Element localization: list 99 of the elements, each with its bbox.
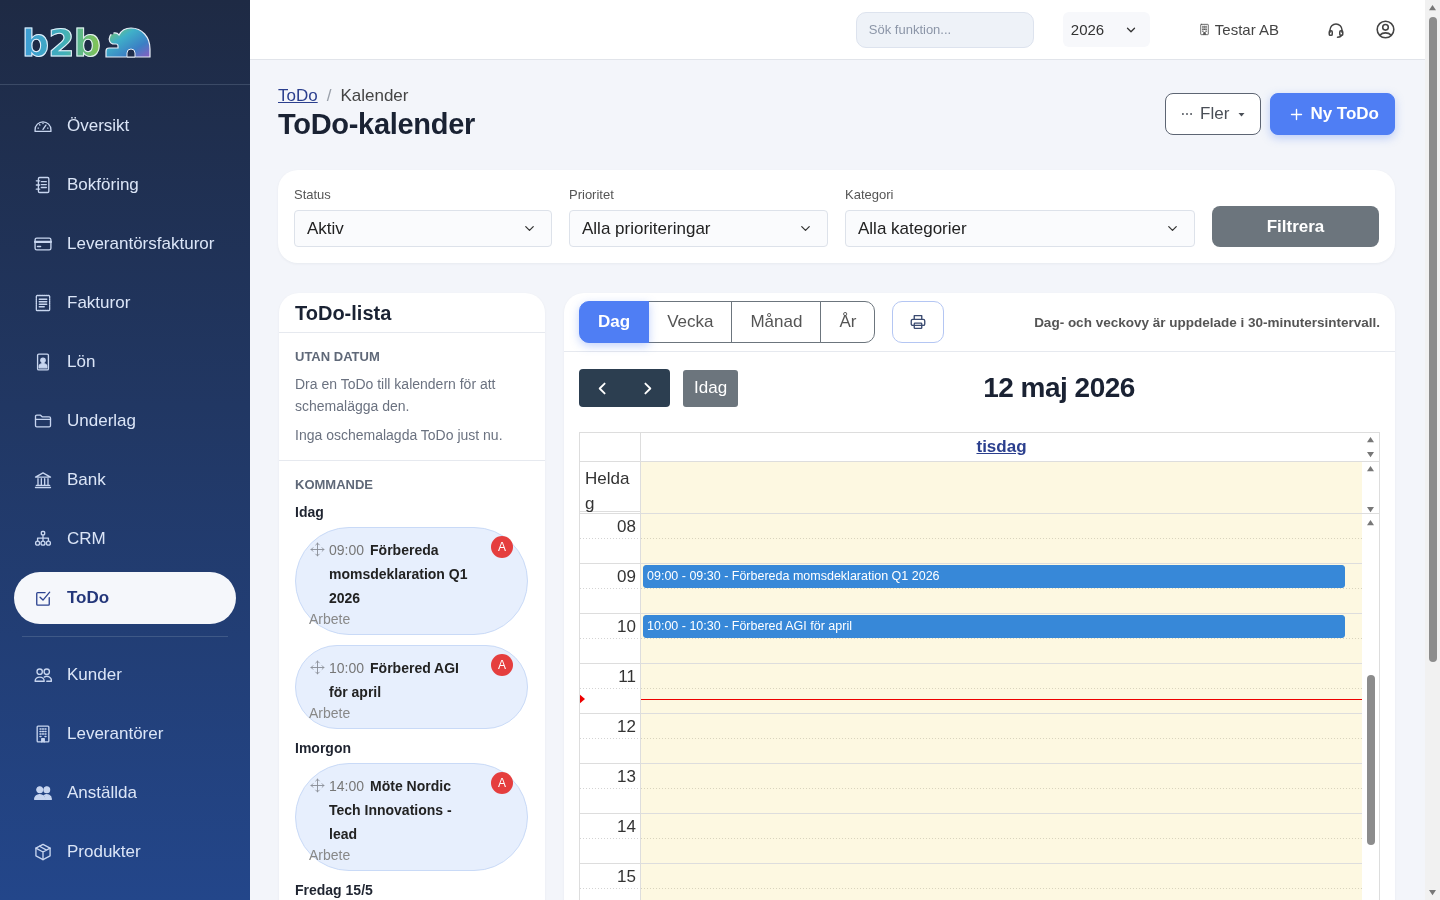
calendar-event[interactable]: 09:00 - 09:30 - Förbereda momsdeklaration Q1 2026: [643, 565, 1345, 588]
move-icon: [309, 777, 326, 794]
filter-button[interactable]: Filtrera: [1212, 206, 1379, 247]
sidebar-item[interactable]: Översikt: [14, 100, 236, 152]
hour-label: 13: [617, 766, 636, 788]
breadcrumb-link[interactable]: ToDo: [278, 86, 318, 106]
priority-badge: A: [491, 536, 513, 558]
building-icon: [1197, 23, 1211, 36]
checkbox-icon: [33, 588, 53, 608]
users-icon: [33, 783, 53, 803]
today-button[interactable]: Idag: [683, 369, 739, 407]
todo-text: 14:00 Möte Nordic Tech Innovations - lead: [329, 777, 453, 844]
card-title: ToDo-lista: [295, 302, 393, 324]
printer-icon: [909, 313, 928, 331]
filter-label: Kategori: [845, 187, 895, 203]
group-label: Imorgon: [295, 740, 352, 756]
headset-icon[interactable]: [1327, 20, 1345, 39]
sidebar-item[interactable]: Produkter: [14, 826, 236, 878]
bank-icon: [33, 470, 53, 490]
time-slot[interactable]: 10:00 - 10:30 - Förbered AGI för april: [641, 614, 1362, 663]
filter-label: Prioritet: [569, 187, 615, 203]
view-tab[interactable]: Vecka: [648, 301, 733, 343]
company-selector[interactable]: Testar AB: [1197, 21, 1279, 38]
scroll-up-icon[interactable]: [1366, 436, 1375, 443]
scroll-up-icon[interactable]: [1366, 465, 1375, 472]
elephant-icon: [102, 24, 153, 60]
hour-label: 08: [617, 516, 636, 538]
breadcrumb-current: Kalender: [340, 86, 409, 106]
filter-select[interactable]: Aktiv: [294, 210, 552, 247]
hint-text: Dra en ToDo till kalendern för att schemalägga den.: [295, 375, 497, 416]
todo-item[interactable]: 10:00 Förbered AGI för april Arbete A: [295, 645, 528, 729]
filter-label: Status: [294, 187, 332, 203]
sidebar-item[interactable]: Kunder: [14, 649, 236, 701]
scroll-down-icon[interactable]: [1366, 451, 1375, 458]
scroll-up-icon[interactable]: [1428, 4, 1437, 11]
year-select[interactable]: 2026: [1062, 12, 1150, 47]
todo-item[interactable]: 14:00 Möte Nordic Tech Innovations - lead Arbete A: [295, 763, 528, 871]
time-slot[interactable]: [641, 664, 1362, 713]
previous-button[interactable]: [579, 369, 625, 407]
time-slot[interactable]: 09:00 - 09:30 - Förbereda momsdeklaration Q1 2026: [641, 564, 1362, 613]
search-field[interactable]: Sök funktion...: [855, 11, 1034, 48]
sidebar-item[interactable]: Bokföring: [14, 159, 236, 211]
todo-text: 10:00 Förbered AGI för april: [329, 659, 460, 702]
scroll-up-icon[interactable]: [1366, 519, 1375, 526]
sidebar-item[interactable]: Fakturor: [14, 277, 236, 329]
hint-text: Dag- och veckovy är uppdelade i 30-minutersintervall.: [1034, 314, 1380, 330]
sidebar-item[interactable]: Bank: [14, 454, 236, 506]
print-button[interactable]: [892, 301, 945, 343]
date-title: 12 maj 2026: [983, 371, 1135, 405]
breadcrumb-separator: /: [326, 86, 332, 106]
empty-text: Inga oschemalagda ToDo just nu.: [295, 426, 504, 445]
user-icon[interactable]: [1375, 19, 1396, 40]
group-label: Fredag 15/5: [295, 882, 374, 898]
move-icon: [309, 659, 326, 676]
more-button[interactable]: Fler: [1165, 93, 1262, 135]
todo-category: Arbete: [309, 704, 352, 722]
document-icon: [33, 293, 53, 313]
box-icon: [33, 842, 53, 862]
hour-label: 15: [617, 866, 636, 888]
hour-label: 12: [617, 716, 636, 738]
day-header[interactable]: tisdag: [976, 437, 1027, 457]
users-icon: [33, 665, 53, 685]
view-tab[interactable]: Månad: [731, 301, 822, 343]
notebook-icon: [33, 175, 53, 195]
todo-category: Arbete: [309, 846, 352, 864]
page-title: ToDo-kalender: [278, 108, 475, 140]
scroll-down-icon[interactable]: [1428, 889, 1437, 896]
priority-badge: A: [491, 772, 513, 794]
sidebar-item[interactable]: Underlag: [14, 395, 236, 447]
hour-label: 11: [618, 666, 636, 688]
hour-label: 10: [617, 616, 636, 638]
scrollbar-thumb[interactable]: [1366, 675, 1375, 845]
filter-select[interactable]: Alla kategorier: [845, 210, 1195, 247]
scrollbar-thumb[interactable]: [1428, 17, 1437, 662]
todo-item[interactable]: 09:00 Förbereda momsdeklaration Q1 2026 Arbete A: [295, 527, 528, 635]
view-tab[interactable]: År: [820, 301, 876, 343]
sidebar-item[interactable]: Lön: [14, 336, 236, 388]
hour-label: 09: [617, 566, 636, 588]
sidebar-item[interactable]: Leverantörsfakturor: [14, 218, 236, 270]
section-heading: UTAN DATUM: [295, 349, 381, 365]
view-tab[interactable]: Dag: [579, 301, 650, 343]
move-icon: [309, 541, 326, 558]
sidebar-item[interactable]: ToDo: [14, 572, 236, 624]
next-button[interactable]: [625, 369, 670, 407]
todo-category: Arbete: [309, 610, 352, 628]
sidebar-item[interactable]: Leverantörer: [14, 708, 236, 760]
page-scrollbar[interactable]: [1425, 0, 1440, 900]
org-chart-icon: [33, 529, 53, 549]
priority-badge: A: [491, 654, 513, 676]
new-todo-button[interactable]: Ny ToDo: [1270, 93, 1395, 135]
filter-select[interactable]: Alla prioriteringar: [569, 210, 828, 247]
sidebar-item[interactable]: CRM: [14, 513, 236, 565]
plus-icon: [1289, 106, 1305, 122]
sidebar-item[interactable]: Anställda: [14, 767, 236, 819]
hour-label: 14: [617, 816, 636, 838]
section-heading: KOMMANDE: [295, 477, 374, 493]
group-label: Idag: [295, 504, 325, 520]
calendar-event[interactable]: 10:00 - 10:30 - Förbered AGI för april: [643, 615, 1345, 638]
todo-text: 09:00 Förbereda momsdeklaration Q1 2026: [329, 541, 469, 608]
